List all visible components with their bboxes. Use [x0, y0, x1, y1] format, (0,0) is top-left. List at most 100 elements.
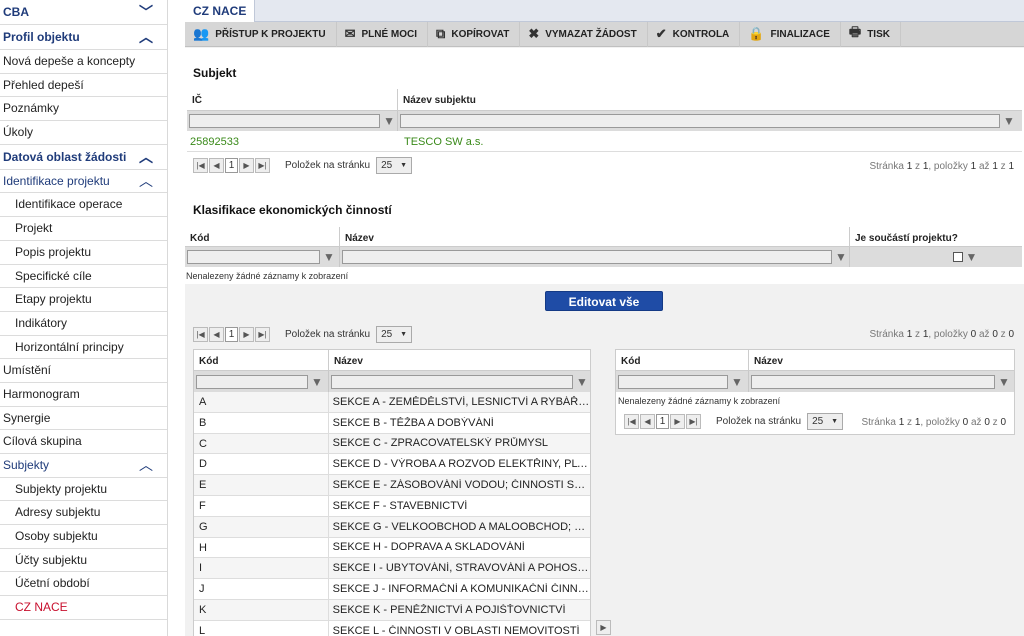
filter-icon[interactable]: ▼ [966, 250, 978, 264]
toolbar-button[interactable]: ⧉ KOPÍROVAT [428, 21, 521, 47]
per-page-select[interactable]: 25 [807, 413, 844, 430]
sidebar-item[interactable]: CZ NACE [0, 596, 167, 620]
sidebar-item[interactable]: Subjekty projektu [0, 478, 167, 502]
list-item[interactable]: A SEKCE A - ZEMĚDĚLSTVÍ, LESNICTVÍ A RYBÁ… [194, 392, 590, 413]
col-soucast[interactable]: Je součástí projektu? [850, 227, 1022, 246]
sidebar-item[interactable]: Identifikace operace [0, 193, 167, 218]
sidebar-item[interactable]: Účty subjektu [0, 549, 167, 573]
chevron-up-icon[interactable]: ︿ [139, 145, 153, 170]
toolbar-button[interactable]: 👥 PŘÍSTUP K PROJEKTU [185, 21, 337, 47]
list-item[interactable]: F SEKCE F - STAVEBNICTVÍ [194, 495, 590, 517]
last-page-icon[interactable]: ▶| [255, 158, 270, 173]
sidebar-item[interactable]: Nová depeše a koncepty [0, 50, 167, 74]
filter-nazev-input[interactable] [342, 250, 832, 264]
list-item[interactable]: I SEKCE I - UBYTOVÁNÍ, STRAVOVÁNÍ A POHOS… [194, 558, 590, 580]
move-right-button[interactable]: ▶ [596, 620, 611, 635]
toolbar-button[interactable]: 🖶 TISK [841, 21, 901, 47]
sidebar-item[interactable]: Adresy subjektu [0, 501, 167, 526]
sidebar-item[interactable]: Identifikace projektu ︿ [0, 170, 167, 194]
sidebar-item[interactable]: Datová oblast žádosti ︿ [0, 145, 167, 170]
sidebar-item[interactable]: Specifické cíle [0, 265, 167, 289]
filter-icon[interactable]: ▼ [731, 375, 743, 389]
page-number[interactable]: 1 [656, 414, 669, 429]
filter-icon[interactable]: ▼ [835, 250, 847, 264]
next-page-icon[interactable]: ▶ [239, 327, 254, 342]
sidebar-item[interactable]: Přehled depeší [0, 74, 167, 98]
toolbar-button[interactable]: ✉ PLNÉ MOCI [337, 21, 429, 47]
filter-ic-input[interactable] [189, 114, 381, 128]
list-item[interactable]: D SEKCE D - VÝROBA A ROZVOD ELEKTŘINY, PL… [194, 454, 590, 476]
filter-icon[interactable]: ▼ [383, 114, 395, 128]
list-item[interactable]: K SEKCE K - PENĚŽNICTVÍ A POJIŠŤOVNICTVÍ [194, 599, 590, 621]
chevron-down-icon[interactable]: ﹀ [139, 0, 153, 25]
next-page-icon[interactable]: ▶ [670, 414, 685, 429]
col-ic[interactable]: IČ [187, 89, 398, 110]
sidebar-item[interactable]: Osoby subjektu [0, 525, 167, 549]
filter-nazev-input[interactable] [751, 374, 995, 389]
chevron-up-icon[interactable]: ︿ [139, 170, 153, 194]
sidebar-item[interactable]: Úkoly [0, 121, 167, 145]
filter-icon[interactable]: ▼ [323, 250, 335, 264]
list-item[interactable]: J SEKCE J - INFORMAČNÍ A KOMUNIKAČNÍ ČINN… [194, 579, 590, 600]
per-page-select[interactable]: 25 [376, 326, 413, 343]
filter-nazev-input[interactable] [400, 114, 1000, 128]
sidebar-item[interactable]: Cílová skupina [0, 430, 167, 454]
sidebar-item[interactable]: Subjekty ︿ [0, 454, 167, 478]
first-page-icon[interactable]: |◀ [193, 327, 208, 342]
list-item[interactable]: H SEKCE H - DOPRAVA A SKLADOVÁNÍ [194, 537, 590, 559]
list-item[interactable]: GSEKCE G - VELKOOBCHOD A MALOOBCHOD; OPR… [194, 516, 590, 538]
tab-cz-nace[interactable]: CZ NACE [185, 0, 256, 22]
sidebar-item[interactable]: Projekt [0, 217, 167, 241]
sidebar-item[interactable]: Etapy projektu [0, 288, 167, 312]
sidebar-item[interactable]: Indikátory [0, 312, 167, 336]
col-kod[interactable]: Kód [194, 350, 329, 370]
list-item[interactable]: L SEKCE L - ČINNOSTI V OBLASTI NEMOVITOST… [194, 620, 590, 636]
toolbar-button[interactable]: ✖ VYMAZAT ŽÁDOST [520, 21, 648, 47]
sidebar-item[interactable]: Horizontální principy [0, 336, 167, 360]
list-item[interactable]: E SEKCE E - ZÁSOBOVÁNÍ VODOU; ČINNOSTI SO… [194, 475, 590, 496]
chevron-up-icon[interactable]: ︿ [139, 454, 153, 478]
prev-page-icon[interactable]: ◀ [640, 414, 655, 429]
next-page-icon[interactable]: ▶ [239, 158, 254, 173]
col-nazev[interactable]: Název [340, 227, 850, 246]
col-nazev-subjektu[interactable]: Název subjektu [398, 89, 1022, 110]
filter-icon[interactable]: ▼ [1003, 114, 1015, 128]
sidebar-item[interactable]: Popis projektu [0, 241, 167, 265]
filter-kod-input[interactable] [187, 250, 320, 264]
sidebar-item[interactable]: CBA ﹀ [0, 0, 167, 25]
list-item[interactable]: C SEKCE C - ZPRACOVATELSKÝ PRŮMYSL [194, 433, 590, 455]
filter-icon[interactable]: ▼ [998, 375, 1010, 389]
sidebar-item[interactable]: Účetní období [0, 572, 167, 597]
col-kod[interactable]: Kód [185, 227, 340, 246]
filter-kod-input[interactable] [196, 374, 308, 389]
filter-icon[interactable]: ▼ [311, 375, 323, 389]
filter-soucast-checkbox[interactable] [952, 252, 963, 262]
list-item[interactable]: B SEKCE B - TĚŽBA A DOBÝVÁNÍ [194, 412, 590, 434]
edit-all-button[interactable]: Editovat vše [545, 291, 663, 311]
filter-kod-input[interactable] [618, 374, 728, 389]
filter-nazev-input[interactable] [331, 374, 573, 389]
table-row[interactable]: 25892533 TESCO SW a.s. [187, 132, 1022, 152]
prev-page-icon[interactable]: ◀ [209, 327, 224, 342]
first-page-icon[interactable]: |◀ [624, 414, 639, 429]
last-page-icon[interactable]: ▶| [686, 414, 701, 429]
chevron-up-icon[interactable]: ︿ [139, 25, 153, 50]
filter-icon[interactable]: ▼ [576, 375, 588, 389]
page-number[interactable]: 1 [225, 158, 238, 173]
col-nazev[interactable]: Název [749, 350, 1014, 370]
col-nazev[interactable]: Název [329, 350, 590, 370]
first-page-icon[interactable]: |◀ [193, 158, 208, 173]
sidebar-item[interactable]: Harmonogram [0, 383, 167, 407]
per-page-select[interactable]: 25 [376, 157, 413, 174]
toolbar-button-label: TISK [867, 28, 890, 40]
sidebar-item[interactable]: Synergie [0, 407, 167, 431]
toolbar-button[interactable]: 🔒 FINALIZACE [740, 21, 841, 47]
sidebar-item[interactable]: Profil objektu ︿ [0, 25, 167, 50]
page-number[interactable]: 1 [225, 327, 238, 342]
last-page-icon[interactable]: ▶| [255, 327, 270, 342]
sidebar-item[interactable]: Poznámky [0, 97, 167, 122]
toolbar-button[interactable]: ✔ KONTROLA [648, 21, 741, 47]
sidebar-item[interactable]: Umístění [0, 359, 167, 383]
col-kod[interactable]: Kód [616, 350, 749, 370]
prev-page-icon[interactable]: ◀ [209, 158, 224, 173]
